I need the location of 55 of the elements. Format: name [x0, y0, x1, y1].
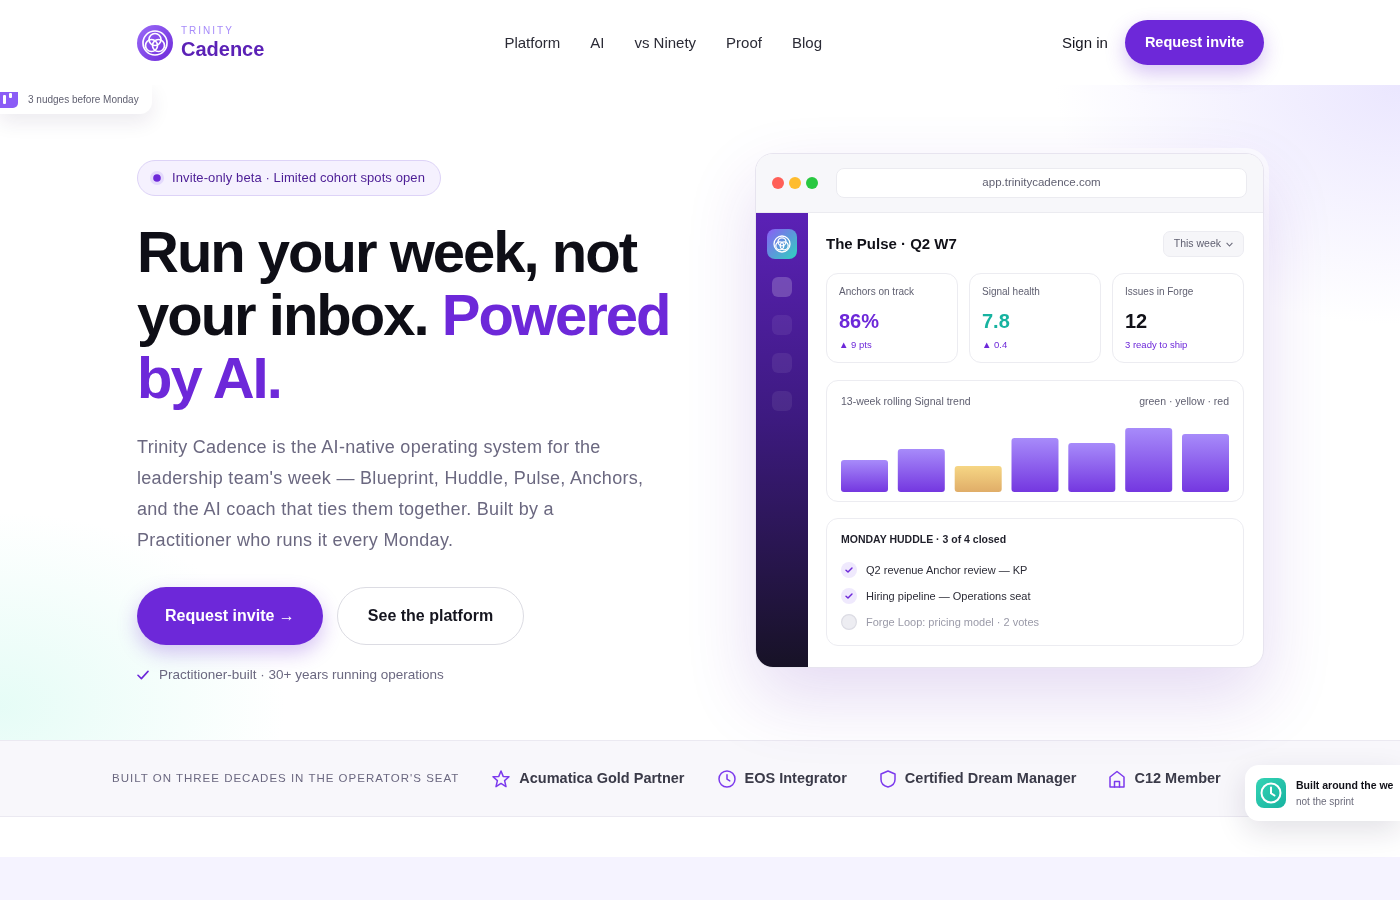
secondary-cta-button[interactable]: See the platform: [336, 587, 525, 645]
nav-link[interactable]: Proof: [726, 33, 762, 52]
huddle-item-text: Q2 revenue Anchor review — KP: [866, 562, 1028, 578]
brand-name[interactable]: Cadence: [181, 39, 265, 59]
window-dot-icon[interactable]: [806, 177, 818, 189]
sidebar-nav-icon[interactable]: [772, 277, 792, 297]
credential-name: C12 Member: [1134, 768, 1221, 788]
caret-icon: [1226, 241, 1233, 247]
logo-icon[interactable]: [137, 24, 173, 61]
brand-eyebrow: TRINITY: [181, 26, 235, 36]
clock-icon: [717, 769, 736, 788]
window-dot-icon[interactable]: [789, 177, 801, 189]
nav-link[interactable]: AI: [590, 33, 605, 52]
stat-label: Issues in Forge: [1125, 286, 1195, 298]
stat-value: 86%: [839, 309, 881, 333]
nav-link[interactable]: Blog: [791, 33, 822, 52]
stat-value: 7.8: [982, 309, 1011, 333]
huddle-item-text: Forge Loop: pricing model · 2 votes: [866, 614, 1040, 630]
primary-cta-button[interactable]: Request invite →: [137, 587, 323, 645]
period-dropdown[interactable]: This week: [1162, 231, 1244, 257]
proof-text: Practitioner-built · 30+ years running operations: [159, 666, 444, 684]
stat-change: ▲ 9 pts: [839, 339, 873, 351]
notification-subtitle: not the sprint: [1296, 794, 1355, 808]
chart-title: 13-week rolling Signal trend: [841, 395, 971, 407]
house-icon: [1109, 769, 1126, 788]
notification-title: Built around the we: [1296, 778, 1394, 792]
hero-headline: Run your week, not your inbox. Powered by AI.: [137, 220, 671, 409]
notification-text: 3 nudges before Monday: [28, 93, 139, 107]
nav-link[interactable]: Platform: [504, 33, 561, 52]
credentials-label: BUILT ON THREE DECADES IN THE OPERATOR'S SEAT: [112, 770, 460, 786]
stat-change: 3 ready to ship: [1125, 339, 1189, 351]
nav-link[interactable]: vs Ninety: [634, 33, 697, 52]
pill-text: Invite-only beta · Limited cohort spots open: [172, 169, 425, 188]
clock-icon: [1256, 778, 1286, 808]
window-dot-icon[interactable]: [772, 177, 784, 189]
request-invite-button[interactable]: Request invite: [1124, 20, 1264, 65]
star-icon: [492, 769, 511, 788]
huddle-title: MONDAY HUDDLE · 3 of 4 closed: [841, 533, 1008, 545]
credential-name: Acumatica Gold Partner: [519, 768, 685, 788]
stat-value: 12: [1125, 309, 1149, 333]
credential-name: EOS Integrator: [744, 768, 847, 788]
status-dot-icon: [150, 171, 164, 185]
sign-in-link[interactable]: Sign in: [1062, 33, 1108, 52]
huddle-item-text: Hiring pipeline — Operations seat: [866, 588, 1031, 604]
page-title: The Pulse · Q2 W7: [826, 233, 957, 254]
hero-description: Trinity Cadence is the AI-native operating system for the leadership team's week — Blueprint, Huddle, Pulse, Anchors, and the AI coach that ties them together. Built by a Practitioner who runs it every Monday.: [137, 436, 645, 552]
credential-name: Certified Dream Manager: [904, 768, 1077, 788]
shield-icon: [879, 769, 896, 788]
stat-label: Anchors on track: [839, 286, 916, 298]
url-field[interactable]: app.trinitycadence.com: [836, 168, 1247, 198]
app-logo-icon[interactable]: [767, 229, 797, 259]
stat-change: ▲ 0.4: [982, 339, 1009, 351]
check-icon: [137, 670, 149, 681]
stat-label: Signal health: [982, 286, 1041, 298]
chart-legend: green · yellow · red: [1139, 395, 1229, 407]
